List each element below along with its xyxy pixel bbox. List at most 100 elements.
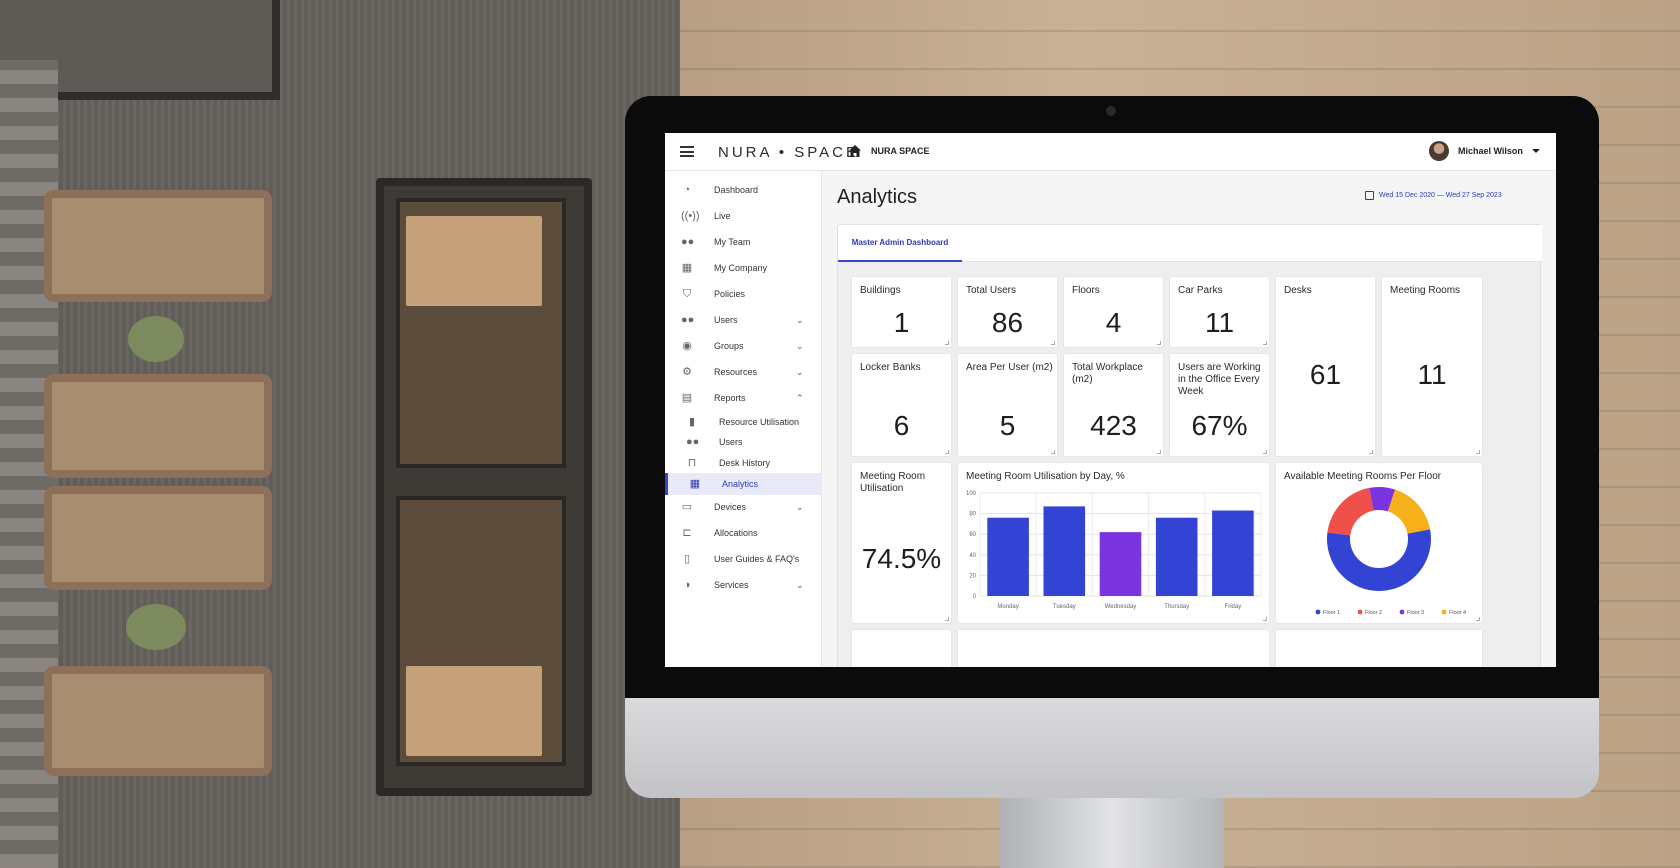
legend-label[interactable]: Floor 1	[1323, 610, 1340, 616]
monitor-stand	[1000, 798, 1224, 868]
card-floors: Floors 4	[1064, 277, 1163, 347]
card-rooms-per-floor-chart: Available Meeting Rooms Per Floor Floor …	[1276, 463, 1482, 623]
chevron-down-icon[interactable]	[1532, 149, 1540, 153]
date-range-picker[interactable]: Wed 15 Dec 2020 — Wed 27 Sep 2023	[1365, 191, 1502, 200]
sidebar-item-my-team[interactable]: ●● My Team	[665, 231, 822, 253]
card-utilisation-by-day-chart: Meeting Room Utilisation by Day, % 0 20 40…	[958, 463, 1269, 623]
chevron-down-icon[interactable]: ⌄	[796, 367, 804, 378]
legend-label[interactable]: Floor 3	[1407, 610, 1424, 616]
resize-handle[interactable]	[945, 341, 949, 345]
app-logo[interactable]: NURA • SPACE	[718, 144, 859, 161]
resize-handle[interactable]	[1051, 341, 1055, 345]
gear-icon: ⚙	[682, 366, 692, 378]
sidebar-item-reports[interactable]: ▤ Reports ⌃	[665, 387, 822, 409]
bar-friday[interactable]	[1212, 510, 1254, 596]
side-table	[128, 316, 184, 362]
sidebar-item-allocations[interactable]: ⊏ Allocations	[665, 522, 822, 544]
sidebar-item-label: Services	[714, 580, 749, 590]
sidebar-item-user-guides-faq-s[interactable]: ▯ User Guides & FAQ's	[665, 548, 822, 570]
sidebar-item-devices[interactable]: ▭ Devices ⌄	[665, 496, 822, 518]
resize-handle[interactable]	[1476, 450, 1480, 454]
y-tick-label: 20	[969, 573, 976, 579]
live-icon: ((•))	[681, 210, 700, 222]
app-screen: NURA • SPACE NURA SPACE Michael Wilson ◔…	[665, 133, 1556, 667]
bar-tuesday[interactable]	[1043, 506, 1086, 596]
card-partial	[852, 630, 951, 667]
sidebar-item-my-company[interactable]: ▦ My Company	[665, 257, 822, 279]
chevron-up-icon[interactable]: ⌃	[796, 393, 804, 404]
card-total-users: Total Users 86	[958, 277, 1057, 347]
sidebar-item-label: Reports	[714, 393, 746, 403]
resize-handle[interactable]	[1263, 617, 1267, 621]
resize-handle[interactable]	[1157, 341, 1161, 345]
sidebar-item-live[interactable]: ((•)) Live	[665, 205, 822, 227]
legend-swatch	[1357, 609, 1363, 615]
sidebar-item-desk-history[interactable]: ⊓ Desk History	[665, 452, 822, 474]
card-locker-banks: Locker Banks 6	[852, 354, 951, 456]
dashboard-icon: ◔	[683, 184, 691, 196]
sidebar-item-users[interactable]: ●● Users	[665, 431, 822, 453]
sidebar-item-analytics[interactable]: ▦ Analytics	[665, 473, 822, 495]
y-tick-label: 60	[969, 532, 976, 538]
sidebar-item-label: Allocations	[714, 528, 758, 538]
legend-label[interactable]: Floor 4	[1449, 610, 1466, 616]
team-icon: ●●	[681, 236, 695, 248]
chevron-down-icon[interactable]: ⌄	[796, 341, 804, 352]
slice-floor-2[interactable]	[1327, 487, 1374, 536]
chevron-down-icon[interactable]: ⌄	[796, 315, 804, 326]
user-name[interactable]: Michael Wilson	[1458, 146, 1523, 156]
card-desks: Desks 61	[1276, 277, 1375, 456]
resize-handle[interactable]	[1369, 450, 1373, 454]
avatar[interactable]	[1429, 141, 1449, 161]
bar-chart: 0 20 40 60 80 100 Monday Tuesday Wednesday Thursd…	[966, 491, 1262, 610]
resize-handle[interactable]	[1263, 450, 1267, 454]
card-buildings: Buildings 1	[852, 277, 951, 347]
office-sofa	[44, 190, 272, 302]
bar-thursday[interactable]	[1155, 517, 1198, 596]
legend-swatch	[1399, 609, 1405, 615]
resize-handle[interactable]	[945, 617, 949, 621]
resize-handle[interactable]	[1476, 617, 1480, 621]
bar-monday[interactable]	[987, 517, 1029, 596]
resize-handle[interactable]	[1157, 450, 1161, 454]
menu-icon[interactable]	[680, 146, 694, 157]
sidebar-item-services[interactable]: ◑ Services ⌄	[665, 574, 822, 596]
slice-floor-1[interactable]	[1327, 529, 1431, 591]
sidebar-item-users[interactable]: ●● Users ⌄	[665, 309, 822, 331]
site-name[interactable]: NURA SPACE	[871, 146, 930, 156]
legend-label[interactable]: Floor 2	[1365, 610, 1382, 616]
x-tick-label: Wednesday	[1105, 604, 1137, 610]
sidebar: ◔ Dashboard ((•)) Live ●● My Team ▦ My Company ⛉…	[665, 171, 822, 667]
monitor-chin	[625, 698, 1599, 798]
chevron-down-icon[interactable]: ⌄	[796, 502, 804, 513]
legend-swatch	[1315, 609, 1321, 615]
tab-master-admin-dashboard[interactable]: Master Admin Dashboard	[838, 225, 962, 262]
resize-handle[interactable]	[1051, 450, 1055, 454]
y-tick-label: 40	[969, 553, 976, 559]
bar-wednesday[interactable]	[1099, 532, 1142, 596]
card-partial	[958, 630, 1269, 667]
webcam	[1106, 106, 1116, 116]
sidebar-item-label: Resource Utilisation	[719, 417, 800, 427]
resize-handle[interactable]	[1263, 341, 1267, 345]
users-icon: ●●	[681, 314, 695, 326]
tab-bar: Master Admin Dashboard	[838, 225, 1542, 262]
sidebar-item-policies[interactable]: ⛉ Policies	[665, 283, 822, 305]
analytics-icon: ▦	[689, 478, 701, 490]
bar-chart-icon: ▮	[688, 416, 696, 428]
groups-icon: ◉	[682, 340, 692, 352]
office-sofa	[44, 486, 272, 590]
sidebar-item-label: Groups	[714, 341, 744, 351]
x-tick-label: Friday	[1225, 604, 1242, 610]
y-tick-label: 80	[969, 512, 976, 518]
x-tick-label: Tuesday	[1053, 604, 1076, 610]
chevron-down-icon[interactable]: ⌄	[796, 580, 804, 591]
slice-floor-4[interactable]	[1387, 489, 1431, 534]
card-area-per-user: Area Per User (m2) 5	[958, 354, 1057, 456]
sidebar-item-resources[interactable]: ⚙ Resources ⌄	[665, 361, 822, 383]
resize-handle[interactable]	[945, 450, 949, 454]
sidebar-item-groups[interactable]: ◉ Groups ⌄	[665, 335, 822, 357]
sidebar-item-resource-utilisation[interactable]: ▮ Resource Utilisation	[665, 411, 822, 433]
sidebar-item-dashboard[interactable]: ◔ Dashboard	[665, 179, 822, 201]
home-icon[interactable]	[848, 144, 862, 158]
